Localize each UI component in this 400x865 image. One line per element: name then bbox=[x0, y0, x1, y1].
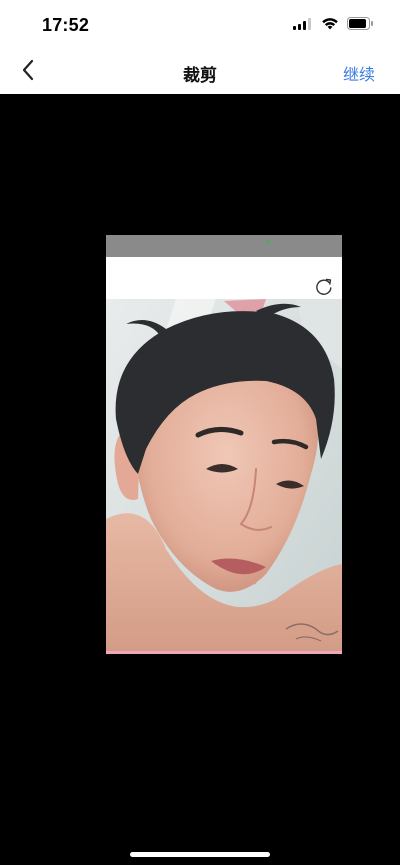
status-bar: 17:52 bbox=[0, 0, 400, 50]
crop-frame[interactable] bbox=[106, 235, 342, 654]
continue-button[interactable]: 继续 bbox=[343, 61, 375, 85]
rotate-icon[interactable] bbox=[314, 277, 334, 297]
status-time: 17:52 bbox=[42, 15, 90, 35]
page-title: 裁剪 bbox=[183, 66, 217, 85]
embedded-status-bar bbox=[106, 235, 342, 257]
embedded-toolbar bbox=[106, 257, 342, 299]
camera-dot bbox=[267, 240, 270, 243]
signal-icon bbox=[293, 17, 313, 35]
portrait-photo bbox=[106, 299, 342, 651]
status-icons bbox=[293, 17, 374, 35]
home-indicator bbox=[130, 852, 270, 857]
crop-area[interactable] bbox=[0, 94, 400, 865]
bottom-strip bbox=[106, 651, 342, 654]
nav-bar: 裁剪 继续 bbox=[0, 50, 400, 94]
wifi-icon bbox=[321, 17, 339, 35]
battery-icon bbox=[347, 17, 374, 35]
